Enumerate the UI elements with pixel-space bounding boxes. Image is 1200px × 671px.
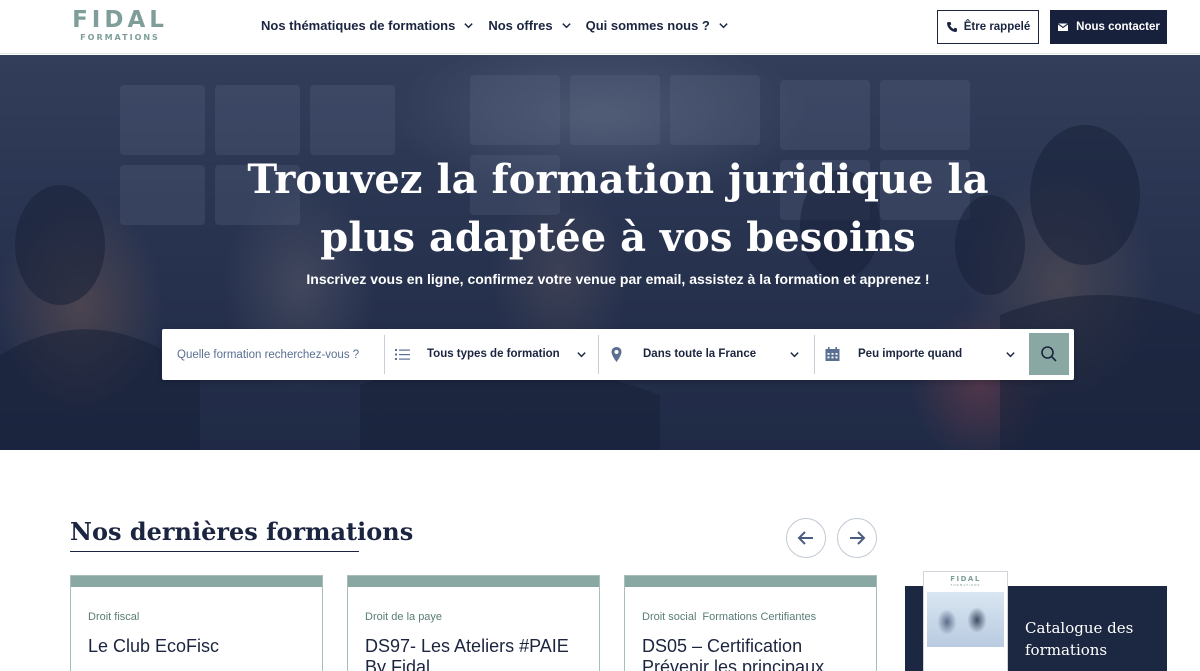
card-tag[interactable]: Formations Certifiantes xyxy=(702,611,816,623)
fidal-logo[interactable]: FIDAL FORMATIONS xyxy=(70,7,170,43)
search-bar: Tous types de formation Dans toute la Fr… xyxy=(162,329,1074,380)
card-title[interactable]: Le Club EcoFisc xyxy=(88,636,313,657)
search-input[interactable] xyxy=(162,329,384,380)
card-title[interactable]: DS05 – Certification Prévenir les princi… xyxy=(642,636,867,671)
catalogue-cover-photo xyxy=(927,592,1004,647)
search-icon xyxy=(1041,346,1057,362)
arrow-right-icon xyxy=(850,531,866,545)
location-value: Dans toute la France xyxy=(643,348,757,360)
map-pin-icon xyxy=(611,347,622,362)
hero-title-line1: Trouvez la formation juridique la xyxy=(247,156,989,203)
nav-thematiques[interactable]: Nos thématiques de formations xyxy=(261,18,474,33)
nav-offres-label: Nos offres xyxy=(488,18,553,33)
search-button[interactable] xyxy=(1029,333,1069,375)
card-tag[interactable]: Droit social xyxy=(642,611,696,623)
callback-button[interactable]: Être rappelé xyxy=(937,10,1039,44)
contact-button[interactable]: Nous contacter xyxy=(1050,10,1167,44)
contact-button-label: Nous contacter xyxy=(1076,21,1160,33)
chevron-down-icon xyxy=(464,23,473,29)
envelope-icon xyxy=(1057,23,1069,31)
nav-offres[interactable]: Nos offres xyxy=(488,18,571,33)
card-tag[interactable]: Droit de la paye xyxy=(365,611,442,623)
card-accent-bar xyxy=(71,576,322,587)
section-title-underline xyxy=(70,551,359,552)
formation-type-value: Tous types de formation xyxy=(427,348,560,360)
carousel-next-button[interactable] xyxy=(837,518,877,558)
logo-subtitle: FORMATIONS xyxy=(80,33,160,42)
calendar-icon xyxy=(825,347,840,361)
callback-button-label: Être rappelé xyxy=(963,21,1031,33)
chevron-down-icon xyxy=(577,352,586,358)
card-accent-bar xyxy=(625,576,876,587)
site-header: FIDAL FORMATIONS Nos thématiques de form… xyxy=(0,0,1200,54)
formation-type-select[interactable]: Tous types de formation xyxy=(384,329,598,380)
nav-qui-sommes-nous[interactable]: Qui sommes nous ? xyxy=(586,18,729,33)
formation-card[interactable]: Droit social Formations Certifiantes DS0… xyxy=(624,575,877,671)
card-tags: Droit de la paye xyxy=(365,611,442,623)
phone-icon xyxy=(946,22,957,32)
catalogue-cover-logo-sub: FORMATIONS xyxy=(950,583,981,587)
catalogue-cover-image: FIDAL FORMATIONS xyxy=(923,571,1008,671)
location-select[interactable]: Dans toute la France xyxy=(598,329,814,380)
card-tags: Droit fiscal xyxy=(88,611,139,623)
formation-card[interactable]: Droit de la paye DS97- Les Ateliers #PAI… xyxy=(347,575,600,671)
list-icon xyxy=(395,349,410,360)
main-nav: Nos thématiques de formations Nos offres… xyxy=(261,18,729,33)
hero-title: Trouvez la formation juridique la plus a… xyxy=(200,151,1036,267)
card-accent-bar xyxy=(348,576,599,587)
chevron-down-icon xyxy=(1006,352,1015,358)
nav-qui-sommes-nous-label: Qui sommes nous ? xyxy=(585,18,710,33)
chevron-down-icon xyxy=(719,23,728,29)
logo-wordmark: FIDAL xyxy=(72,7,168,33)
hero-subtitle: Inscrivez vous en ligne, confirmez votre… xyxy=(306,271,930,287)
arrow-left-icon xyxy=(797,531,813,545)
date-value: Peu importe quand xyxy=(858,348,963,360)
hero-banner: Trouvez la formation juridique la plus a… xyxy=(0,55,1200,450)
chevron-down-icon xyxy=(790,352,799,358)
card-title[interactable]: DS97- Les Ateliers #PAIE By Fidal xyxy=(365,636,590,671)
card-tags: Droit social Formations Certifiantes xyxy=(642,611,816,623)
card-tag[interactable]: Droit fiscal xyxy=(88,611,139,623)
catalogue-label: Catalogue des formations xyxy=(1025,619,1134,659)
catalogue-promo[interactable]: FIDAL FORMATIONS Catalogue des formation… xyxy=(905,571,1167,671)
catalogue-cover-logo: FIDAL xyxy=(950,575,981,583)
nav-thematiques-label: Nos thématiques de formations xyxy=(261,18,456,33)
hero-title-line2: plus adaptée à vos besoins xyxy=(320,214,916,261)
section-title: Nos dernières formations xyxy=(70,517,414,546)
date-select[interactable]: Peu importe quand xyxy=(814,329,1026,380)
chevron-down-icon xyxy=(561,23,571,29)
formation-card[interactable]: Droit fiscal Le Club EcoFisc xyxy=(70,575,323,671)
carousel-prev-button[interactable] xyxy=(786,518,826,558)
